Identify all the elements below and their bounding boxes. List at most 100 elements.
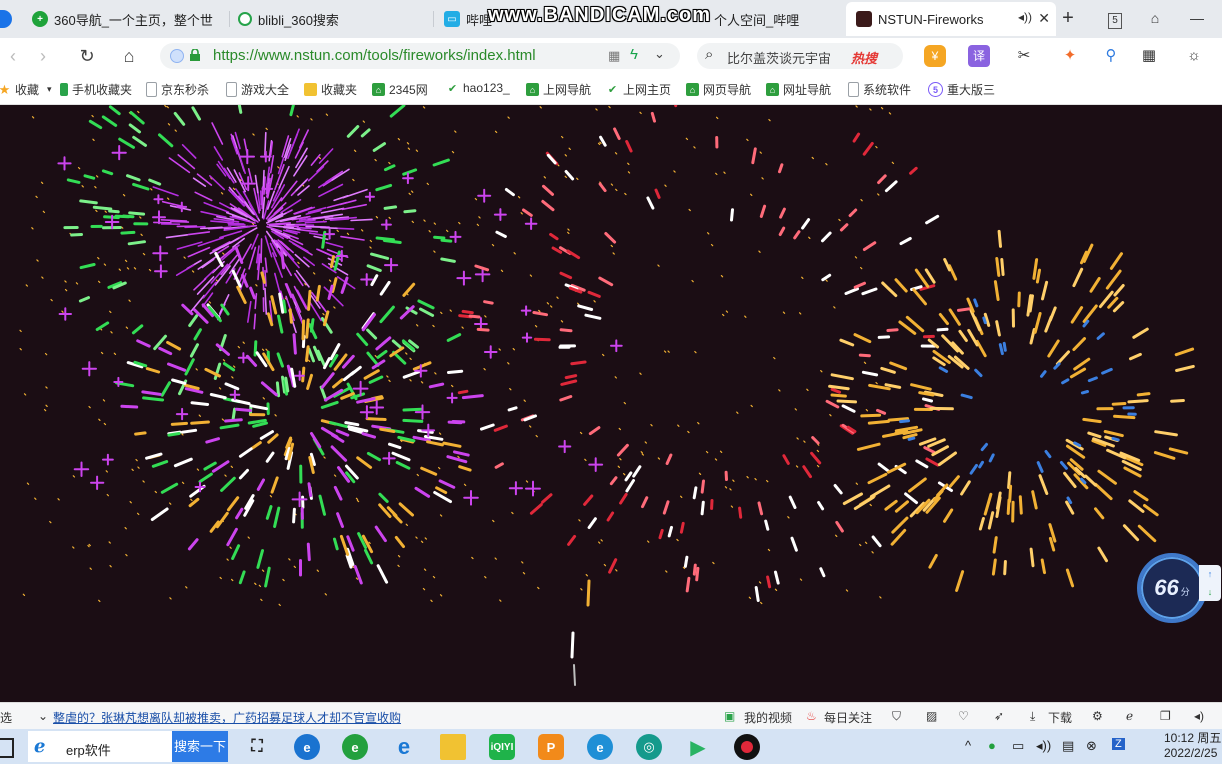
firework-streak [335,429,350,437]
shield-icon[interactable]: ⛉ [892,709,901,724]
bookmark-home[interactable]: ✔ 上网主页 [606,81,671,98]
wps-icon[interactable]: P [538,734,564,760]
heart-monitor-icon[interactable]: ♡ [958,709,969,723]
firework-streak [435,486,448,495]
bookmark-2345[interactable]: ⌂ 2345网 [372,81,428,98]
firework-streak [936,327,949,332]
volume-icon[interactable]: ◂)) [1036,738,1051,754]
iqiyi-icon[interactable]: iQIYI [489,734,515,760]
firework-streak [899,237,912,246]
hot-search-label[interactable]: 热搜 [851,48,877,67]
speaker-icon[interactable]: ◂) [1194,709,1204,723]
shirt-icon[interactable]: ⌂ [1143,6,1167,30]
download-link[interactable]: 下载 [1048,709,1072,726]
chevron-down-icon[interactable]: ⌄ [654,46,665,62]
my-video-link[interactable]: 我的视频 [744,709,792,726]
qr-code-icon[interactable]: ▦ [608,48,620,64]
bookmark-games[interactable]: 游戏大全 [226,81,289,98]
image-icon[interactable]: ▨ [926,709,937,723]
spark-dot [19,329,22,333]
store-icon[interactable]: ⛶ [244,734,270,760]
game-icon[interactable]: ✦ [1058,45,1082,67]
network-icon[interactable]: ▭ [1012,738,1024,754]
bookmark-mobile-favorites[interactable]: 手机收藏夹 [60,81,132,98]
bookmark-system-software[interactable]: 系统软件 [848,81,911,98]
bookmark-edition[interactable]: 5 重大版三 [928,81,995,98]
back-icon[interactable]: ‹ [0,44,26,68]
rocket-icon[interactable]: ➶ [994,709,1004,723]
coin-icon[interactable]: ¥ [924,45,946,67]
tab-360-search[interactable]: blibli_360搜索 [230,2,434,36]
system-clock[interactable]: 10:12 周五 2022/2/25 [1164,731,1221,761]
bookmark-url-nav[interactable]: ⌂ 网址导航 [766,81,831,98]
firework-streak [391,339,402,349]
new-tab-button[interactable]: + [1057,6,1079,30]
firework-streak [317,177,333,189]
vpn-icon[interactable]: ◎ [636,734,662,760]
browser-logo-icon[interactable] [0,10,12,28]
daily-focus-link[interactable]: 每日关注 [824,709,872,726]
spark-dot [218,387,222,390]
taskbar-search[interactable]: ℯ erp软件 搜索一下 [28,731,228,762]
firework-streak [282,299,287,314]
firework-streak [759,204,767,218]
tab-counter-icon[interactable]: 5 [1103,6,1127,30]
close-tray-icon[interactable]: ⊗ [1086,738,1097,754]
chevron-down-icon[interactable]: ⌄ [38,709,48,723]
bandicam-record-icon[interactable] [734,734,760,760]
translate-icon[interactable]: 译 [968,45,990,67]
edge-icon[interactable]: e [294,734,320,760]
ie-icon[interactable]: ℯ [1126,709,1133,723]
settings-icon[interactable]: ⚙ [1092,709,1103,723]
close-icon[interactable]: ✕ [1038,10,1050,27]
home-icon[interactable]: ⌂ [116,44,142,68]
bookmark-web-nav[interactable]: ⌂ 上网导航 [526,81,591,98]
spark-dot [124,259,128,263]
scissors-icon[interactable]: ✂ [1012,45,1036,67]
ie-icon[interactable]: e [391,734,417,760]
360-browser-icon[interactable]: e [342,734,368,760]
window-icon[interactable]: ❐ [1160,709,1171,723]
news-ticker-link[interactable]: 整虐的？张琳芃想离队却被推卖，广药招募足球人才却不官宣收购 [53,709,401,726]
taskbar-search-input[interactable]: erp软件 [66,740,111,759]
search-box[interactable]: ⌕ 比尔盖茨谈元宇宙 热搜 [697,43,903,69]
tray-360-icon[interactable]: ● [988,738,996,753]
taskbar-search-button[interactable]: 搜索一下 [172,731,228,762]
bookmark-favorites[interactable]: ★ 收藏 ▾ [0,81,52,98]
forward-icon[interactable]: › [30,44,56,68]
reload-icon[interactable]: ↻ [74,44,100,68]
tray-expand-icon[interactable]: ^ [965,738,971,753]
tab-360-nav[interactable]: + 360导航_一个主页，整个世 [22,2,230,36]
grid-menu-icon[interactable]: ▦ [1138,45,1160,67]
tab-nstun-fireworks[interactable]: NSTUN-Fireworks ◂)) ✕ [846,2,1056,36]
spark-dot [665,570,668,573]
lightning-icon[interactable]: ϟ [630,46,638,63]
task-view-icon[interactable] [0,738,14,758]
network-speed-panel[interactable]: ↑ ↓ [1199,565,1221,601]
firework-streak [839,223,849,232]
firework-streak [184,358,195,376]
speaker-icon[interactable]: ◂)) [1018,10,1032,24]
brightness-icon[interactable]: ☼ [1183,45,1205,67]
video-icon[interactable]: ▣ [724,709,735,723]
notification-icon[interactable]: ▤ [1062,738,1074,754]
score-badge[interactable]: 66 分 [1137,553,1207,623]
browser-ie-icon[interactable]: e [587,734,613,760]
spark-dot [416,473,419,477]
address-bar[interactable]: https://www.nstun.com/tools/fireworks/in… [160,43,680,69]
bookmark-jd-seckill[interactable]: 京东秒杀 [146,81,209,98]
bookmark-page-nav[interactable]: ⌂ 网页导航 [686,81,751,98]
magnifier-icon[interactable]: ⚲ [1100,45,1122,67]
minimize-button[interactable]: — [1185,6,1209,30]
input-method-icon[interactable]: Z [1112,738,1125,750]
bookmark-folder[interactable]: 收藏夹 [304,81,357,98]
spark-dot [125,326,129,329]
firework-streak [995,257,1001,277]
file-explorer-icon[interactable] [440,734,466,760]
media-player-icon[interactable]: ▶ [685,734,711,760]
download-icon[interactable]: ⤓ [1030,709,1035,724]
firework-streak [685,576,691,593]
fireworks-canvas[interactable]: 66 分 ↑ ↓ [0,105,1222,702]
firework-streak [836,399,857,404]
bookmark-hao123[interactable]: ✔ hao123_ [446,81,510,95]
